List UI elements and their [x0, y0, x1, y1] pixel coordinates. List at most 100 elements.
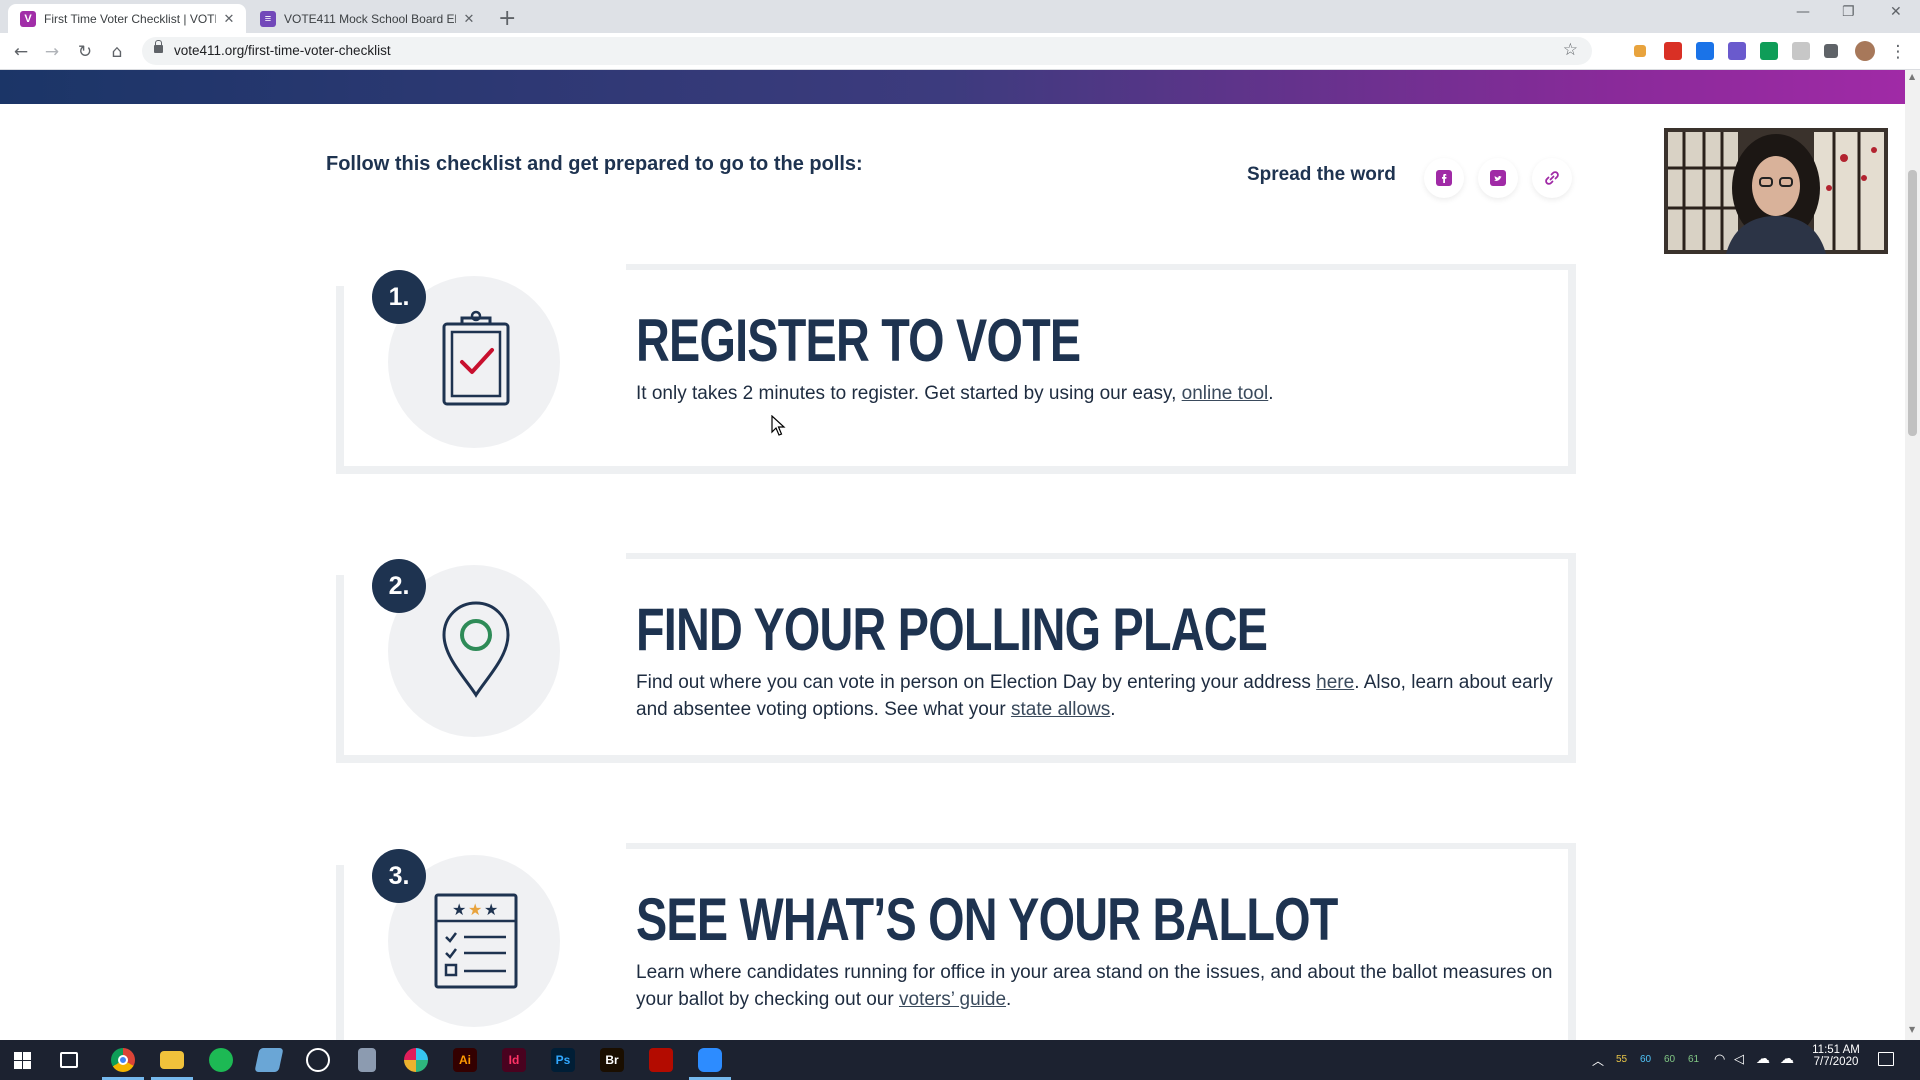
step-number-badge: 3. [372, 849, 426, 903]
new-tab-button[interactable]: + [498, 6, 516, 31]
windows-taskbar: Ai Id Ps Br ︿ 55 60 60 61 ◠ ◁ ☁ ☁ 11:51 … [0, 1040, 1920, 1080]
webcam-video-overlay [1664, 128, 1888, 254]
extension-icon[interactable] [1664, 42, 1682, 60]
url-text: vote411.org/first-time-voter-checklist [174, 43, 391, 58]
map-pin-icon [442, 601, 510, 698]
restore-window-button[interactable]: ❐ [1842, 4, 1855, 20]
extension-icon[interactable] [1760, 42, 1778, 60]
copy-link-button[interactable] [1532, 158, 1572, 198]
volume-icon[interactable]: ◁ [1734, 1051, 1744, 1067]
bridge-icon[interactable]: Br [600, 1048, 624, 1072]
find-address-link[interactable]: here [1316, 672, 1354, 693]
page-scrollbar[interactable]: ▲ ▼ [1905, 70, 1920, 1040]
wifi-icon[interactable]: ◠ [1714, 1051, 1725, 1067]
twitter-share-button[interactable] [1478, 158, 1518, 198]
menu-kebab-icon[interactable]: ⋮ [1886, 40, 1910, 64]
slack-icon[interactable] [404, 1048, 428, 1072]
spread-the-word-label: Spread the word [1247, 164, 1396, 185]
clock[interactable]: 11:51 AM 7/7/2020 [1806, 1044, 1866, 1068]
acrobat-icon[interactable] [649, 1048, 673, 1072]
home-button[interactable]: ⌂ [105, 40, 129, 64]
onedrive-cloud-icon[interactable]: ☁ [1756, 1050, 1770, 1067]
tab-title: First Time Voter Checklist | VOTE [44, 11, 216, 26]
voters-guide-link[interactable]: voters’ guide [899, 989, 1006, 1010]
minimize-window-button[interactable]: — [1796, 4, 1810, 20]
site-header-band [0, 70, 1905, 104]
checklist-step-register: 1. REGISTER TO VOTE It only takes 2 minu… [326, 264, 1576, 474]
action-center-icon[interactable] [1878, 1052, 1894, 1066]
tray-temp-value: 55 [1616, 1054, 1628, 1065]
tray-temp-value: 61 [1688, 1054, 1700, 1065]
tray-temp-value: 60 [1664, 1054, 1676, 1065]
step-text: . [1268, 383, 1274, 404]
ballot-checklist-icon: ★ ★ ★ [434, 893, 518, 989]
facebook-share-button[interactable] [1424, 158, 1464, 198]
close-tab-icon[interactable]: ✕ [220, 11, 238, 27]
back-button[interactable]: ← [9, 40, 33, 64]
cloud-sync-icon[interactable]: ☁ [1780, 1050, 1794, 1067]
illustrator-icon[interactable]: Ai [453, 1048, 477, 1072]
photos-icon[interactable] [306, 1048, 330, 1072]
browser-toolbar: ← → ↻ ⌂ vote411.org/first-time-voter-che… [0, 33, 1920, 70]
step-number-badge: 1. [372, 270, 426, 324]
state-allows-link[interactable]: state allows [1011, 699, 1110, 720]
forward-button[interactable]: → [40, 40, 64, 64]
bookmark-star-icon[interactable]: ☆ [1563, 40, 1578, 60]
close-tab-icon[interactable]: ✕ [460, 11, 478, 27]
extension-icon[interactable] [1634, 45, 1646, 57]
close-window-button[interactable]: ✕ [1890, 4, 1902, 20]
zoom-icon[interactable] [698, 1048, 722, 1072]
step-text: Find out where you can vote in person on… [636, 672, 1317, 693]
step-text: It only takes 2 minutes to register. Get… [636, 383, 1182, 404]
scroll-up-arrow-icon[interactable]: ▲ [1909, 72, 1915, 81]
task-view-icon[interactable] [60, 1052, 78, 1068]
step-text: Learn where candidates running for offic… [636, 962, 1553, 1010]
checklist-intro: Follow this checklist and get prepared t… [326, 153, 863, 175]
extensions-puzzle-icon[interactable] [1824, 44, 1838, 58]
lock-icon [154, 40, 163, 53]
tray-overflow-chevron-icon[interactable]: ︿ [1592, 1052, 1604, 1069]
step-text: . [1006, 989, 1012, 1010]
facebook-icon [1436, 170, 1452, 186]
address-bar[interactable]: vote411.org/first-time-voter-checklist ☆ [142, 37, 1592, 65]
checklist-step-ballot: ★ ★ ★ 3. SEE WHAT’S ON YOUR BALLOT Learn… [326, 843, 1576, 1053]
windows-start-icon[interactable] [14, 1052, 31, 1069]
presenter-video-image [1664, 128, 1888, 254]
photoshop-icon[interactable]: Ps [551, 1048, 575, 1072]
scroll-down-arrow-icon[interactable]: ▼ [1909, 1025, 1915, 1034]
step-text: . [1110, 699, 1116, 720]
svg-text:★: ★ [452, 900, 466, 919]
step-number-badge: 2. [372, 559, 426, 613]
profile-avatar[interactable] [1855, 41, 1875, 61]
step-title: FIND YOUR POLLING PLACE [636, 596, 1268, 663]
clock-time: 11:51 AM [1812, 1044, 1860, 1056]
notepad-icon[interactable] [254, 1048, 284, 1072]
clipboard-check-icon [442, 310, 510, 406]
indesign-icon[interactable]: Id [502, 1048, 526, 1072]
reload-button[interactable]: ↻ [73, 40, 97, 64]
browser-tab-strip: V First Time Voter Checklist | VOTE ✕ ≡ … [0, 0, 1920, 33]
file-explorer-icon[interactable] [160, 1051, 184, 1069]
step-title: REGISTER TO VOTE [636, 307, 1081, 374]
vote411-favicon-icon: V [20, 10, 36, 27]
extension-icon[interactable] [1728, 42, 1746, 60]
browser-tab[interactable]: ≡ VOTE411 Mock School Board Ele ✕ [248, 4, 488, 33]
form-favicon-icon: ≡ [260, 10, 276, 27]
step-description: Learn where candidates running for offic… [636, 959, 1556, 1013]
online-tool-link[interactable]: online tool [1182, 383, 1269, 404]
step-description: It only takes 2 minutes to register. Get… [636, 380, 1556, 407]
twitter-icon [1490, 170, 1506, 186]
extension-icon[interactable] [1792, 42, 1810, 60]
svg-text:★: ★ [468, 900, 482, 919]
mouse-cursor-icon [771, 415, 786, 436]
tray-temp-value: 60 [1640, 1054, 1652, 1065]
calculator-icon[interactable] [358, 1048, 376, 1072]
clock-date: 7/7/2020 [1813, 1056, 1859, 1068]
chrome-icon[interactable] [111, 1048, 135, 1072]
step-description: Find out where you can vote in person on… [636, 669, 1556, 723]
spotify-icon[interactable] [209, 1048, 233, 1072]
extension-icon[interactable] [1696, 42, 1714, 60]
tab-title: VOTE411 Mock School Board Ele [284, 11, 456, 26]
browser-tab-active[interactable]: V First Time Voter Checklist | VOTE ✕ [8, 4, 246, 33]
scroll-thumb[interactable] [1908, 170, 1917, 436]
